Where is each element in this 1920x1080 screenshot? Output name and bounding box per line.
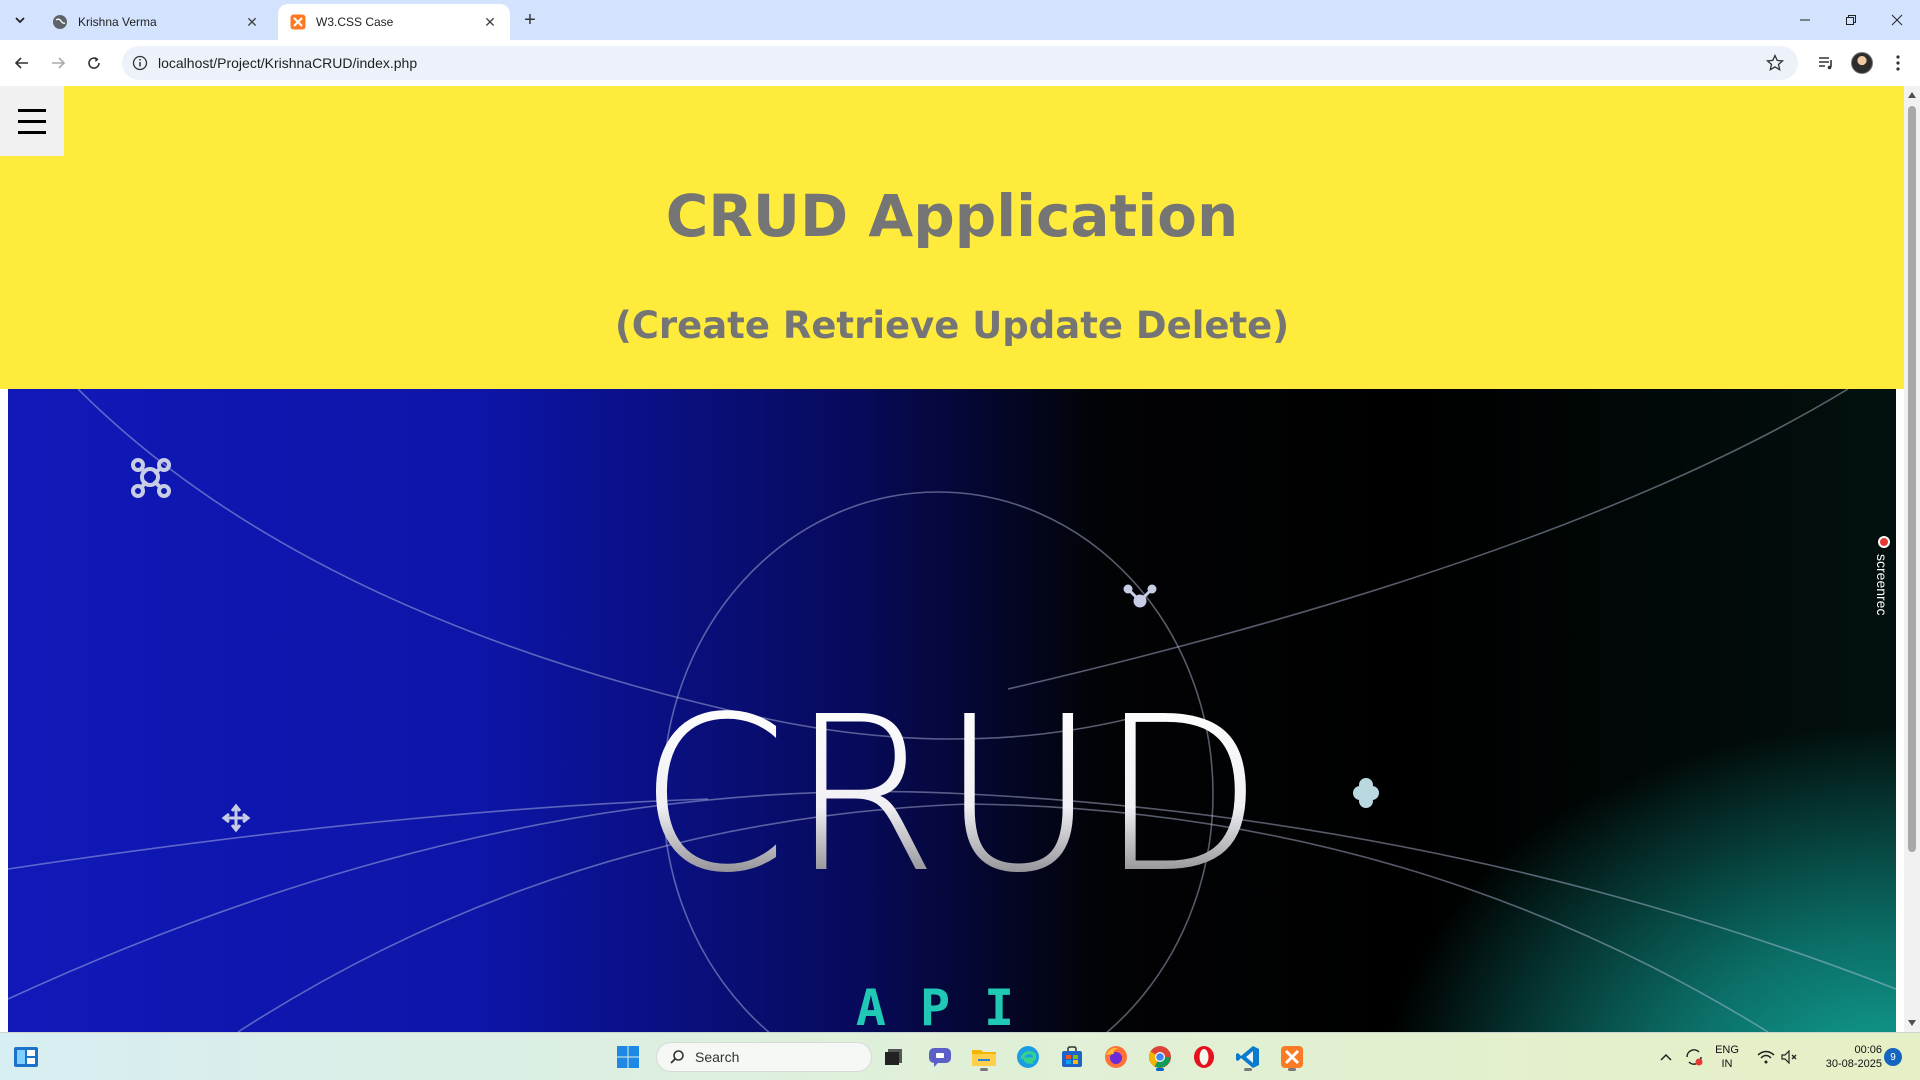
tab-w3css-case[interactable]: W3.CSS Case ✕ — [278, 4, 510, 40]
media-queue-icon — [1819, 57, 1832, 70]
close-window-button[interactable] — [1874, 0, 1920, 40]
close-tab-icon[interactable]: ✕ — [244, 14, 260, 30]
minimize-button[interactable] — [1782, 0, 1828, 40]
chrome-menu-button[interactable] — [1884, 49, 1912, 77]
new-tab-button[interactable]: + — [518, 8, 542, 32]
chrome-icon — [1149, 1046, 1171, 1068]
page-viewport: CRUD Application (Create Retrieve Update… — [0, 86, 1904, 1032]
page-title: CRUD Application — [665, 182, 1239, 250]
widgets-icon — [14, 1047, 38, 1067]
address-bar[interactable]: localhost/Project/KrishnaCRUD/index.php — [122, 46, 1798, 80]
firefox-button[interactable] — [1100, 1041, 1132, 1073]
edge-button[interactable] — [1012, 1041, 1044, 1073]
minimize-icon — [1800, 19, 1810, 21]
browser-toolbar: localhost/Project/KrishnaCRUD/index.php — [0, 40, 1920, 86]
chrome-button[interactable] — [1144, 1041, 1176, 1073]
network-node-icon — [131, 458, 171, 498]
screenrec-label: screenrec — [1874, 554, 1890, 616]
hamburger-menu-button[interactable] — [0, 86, 64, 156]
forward-button[interactable] — [44, 49, 72, 77]
scroll-up-arrow-icon[interactable] — [1908, 92, 1916, 98]
page-header: CRUD Application (Create Retrieve Update… — [0, 86, 1904, 389]
hero-crud-text: CRUD — [8, 689, 1896, 903]
opera-icon — [1194, 1046, 1214, 1068]
page-scrollbar[interactable] — [1904, 86, 1920, 1032]
close-tab-icon[interactable]: ✕ — [482, 14, 498, 30]
vscode-icon — [1236, 1046, 1259, 1068]
chevron-up-icon — [1660, 1053, 1672, 1061]
volume-muted-icon — [1781, 1050, 1797, 1064]
hero-image: CRUD API — [8, 389, 1896, 1032]
back-arrow-icon — [14, 57, 28, 69]
tab-search-button[interactable] — [8, 8, 32, 32]
edge-browser-icon — [1017, 1046, 1039, 1068]
scroll-thumb[interactable] — [1908, 106, 1916, 852]
vscode-button[interactable] — [1232, 1041, 1264, 1073]
close-icon — [1891, 14, 1903, 26]
store-bag-icon — [1062, 1046, 1082, 1067]
xampp-icon — [1281, 1046, 1303, 1068]
tab-strip: Krishna Verma ✕ W3.CSS Case ✕ + — [0, 0, 1920, 40]
back-button[interactable] — [8, 49, 36, 77]
store-button[interactable] — [1056, 1041, 1088, 1073]
windows-logo-icon — [617, 1046, 639, 1068]
avatar — [1851, 52, 1873, 74]
teams-button[interactable] — [924, 1041, 956, 1073]
task-view-button[interactable] — [878, 1041, 910, 1073]
record-icon — [1878, 536, 1890, 548]
site-info-icon[interactable] — [132, 55, 148, 71]
sync-status-button[interactable] — [1680, 1041, 1708, 1073]
url-text: localhost/Project/KrishnaCRUD/index.php — [158, 55, 418, 71]
bookmark-star-icon[interactable] — [1766, 54, 1784, 72]
profile-button[interactable] — [1848, 49, 1876, 77]
tab-title: Krishna Verma — [78, 15, 157, 29]
windows-taskbar: Search ENG IN 00:06 30-08-2025 9 — [0, 1032, 1920, 1080]
file-explorer-button[interactable] — [968, 1041, 1000, 1073]
clock[interactable]: 00:06 30-08-2025 — [1812, 1043, 1882, 1071]
show-hidden-icons-button[interactable] — [1654, 1041, 1678, 1073]
xampp-icon — [290, 14, 306, 30]
media-controls-button[interactable] — [1812, 49, 1840, 77]
reload-button[interactable] — [80, 49, 108, 77]
widgets-button[interactable] — [10, 1041, 42, 1073]
task-view-icon — [885, 1049, 902, 1065]
scroll-down-arrow-icon[interactable] — [1908, 1020, 1916, 1026]
restore-button[interactable] — [1828, 0, 1874, 40]
volume-button[interactable] — [1776, 1041, 1804, 1073]
taskbar-search[interactable]: Search — [656, 1042, 872, 1072]
opera-button[interactable] — [1188, 1041, 1220, 1073]
xampp-button[interactable] — [1276, 1041, 1308, 1073]
folder-icon — [972, 1050, 996, 1066]
sync-icon — [1686, 1049, 1703, 1066]
chevron-down-icon — [15, 17, 25, 24]
more-vertical-icon — [1896, 55, 1900, 71]
tab-title: W3.CSS Case — [316, 15, 394, 29]
search-icon — [670, 1050, 684, 1064]
wifi-icon — [1757, 1050, 1775, 1064]
globe-icon — [53, 15, 67, 29]
teams-chat-icon — [929, 1048, 951, 1067]
notification-badge[interactable]: 9 — [1884, 1048, 1902, 1066]
start-button[interactable] — [612, 1041, 644, 1073]
tab-krishna-verma[interactable]: Krishna Verma ✕ — [40, 4, 272, 40]
hamburger-icon — [18, 108, 46, 112]
clock-date: 30-08-2025 — [1825, 1058, 1882, 1070]
language-indicator[interactable]: ENG IN — [1712, 1043, 1742, 1071]
screenrec-widget[interactable]: screenrec — [1870, 536, 1900, 636]
page-subtitle: (Create Retrieve Update Delete) — [614, 304, 1290, 347]
restore-icon — [1846, 15, 1856, 25]
reload-icon — [88, 57, 100, 69]
forward-arrow-icon — [52, 57, 66, 69]
clock-time: 00:06 — [1854, 1044, 1882, 1056]
search-placeholder: Search — [695, 1049, 740, 1065]
firefox-icon — [1105, 1046, 1127, 1068]
hero-api-text: API — [855, 979, 1049, 1032]
